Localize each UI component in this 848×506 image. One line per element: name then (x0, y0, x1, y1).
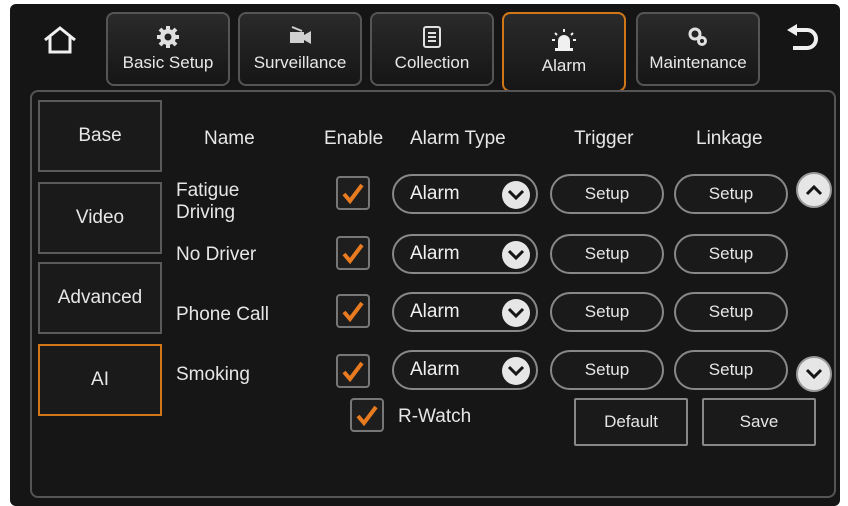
checkmark-icon (342, 183, 364, 204)
sidebar-item-label: Advanced (57, 287, 143, 308)
select-value: Alarm (410, 301, 460, 322)
enable-checkbox-fatigue-driving[interactable] (336, 176, 370, 210)
button-label: Setup (708, 302, 754, 321)
gears-icon (688, 27, 707, 46)
linkage-setup-button-phone-call[interactable]: Setup (674, 292, 788, 332)
row-name-line: Smoking (176, 364, 250, 385)
header-enable: Enable (324, 128, 384, 149)
tab-label: Collection (394, 53, 470, 72)
row-name-smoking: Smoking (176, 364, 250, 386)
camera-icon (290, 26, 311, 44)
row-name-line: Driving (176, 202, 236, 223)
button-label: Setup (708, 184, 754, 203)
header-alarm-type: Alarm Type (410, 128, 506, 149)
tab-label: Alarm (541, 56, 587, 75)
sidebar-item-ai[interactable]: AI (38, 344, 162, 416)
rwatch-checkbox[interactable] (350, 398, 384, 432)
alarm-type-select-smoking[interactable]: Alarm (392, 350, 538, 390)
alarm-light-icon (552, 29, 576, 51)
button-label: Setup (708, 244, 754, 263)
row-name-line: Fatigue (176, 180, 240, 201)
tab-label: Surveillance (253, 53, 347, 72)
checkmark-icon (342, 361, 364, 382)
row-name-no-driver: No Driver (176, 244, 256, 266)
button-label: Save (739, 412, 779, 431)
alarm-type-select-fatigue-driving[interactable]: Alarm (392, 174, 538, 214)
header-trigger: Trigger (574, 128, 634, 149)
trigger-setup-button-smoking[interactable]: Setup (550, 350, 664, 390)
linkage-setup-button-no-driver[interactable]: Setup (674, 234, 788, 274)
sidebar-item-label: Base (78, 125, 122, 146)
back-button[interactable] (776, 18, 828, 62)
scroll-down-button[interactable] (796, 356, 832, 392)
checkmark-icon (342, 301, 364, 322)
row-name-phone-call: Phone Call (176, 304, 269, 326)
alarm-type-select-no-driver[interactable]: Alarm (392, 234, 538, 274)
rwatch-label: R-Watch (398, 406, 472, 427)
sidebar-item-label: AI (91, 369, 109, 390)
content-panel: Base Video Advanced AI Name Enable Alarm… (30, 90, 836, 498)
alarm-type-select-phone-call[interactable]: Alarm (392, 292, 538, 332)
select-value: Alarm (410, 183, 460, 204)
tab-label: Maintenance (649, 53, 747, 72)
back-arrow-icon (787, 24, 818, 50)
trigger-setup-button-fatigue-driving[interactable]: Setup (550, 174, 664, 214)
chevron-down-icon (502, 357, 530, 385)
sidebar-item-video[interactable]: Video (38, 182, 162, 254)
button-label: Setup (584, 302, 630, 321)
button-label: Setup (708, 360, 754, 379)
trigger-setup-button-phone-call[interactable]: Setup (550, 292, 664, 332)
button-label: Setup (584, 360, 630, 379)
gear-icon (157, 26, 179, 48)
sidebar-item-label: Video (75, 207, 125, 228)
header-name: Name (204, 128, 255, 149)
chevron-down-icon (502, 181, 530, 209)
checkmark-icon (342, 243, 364, 264)
select-value: Alarm (410, 359, 460, 380)
tab-collection[interactable]: Collection (370, 12, 494, 86)
enable-checkbox-smoking[interactable] (336, 354, 370, 388)
chevron-down-icon (805, 368, 823, 380)
trigger-setup-button-no-driver[interactable]: Setup (550, 234, 664, 274)
screen: Basic Setup Surveillance Collection Alar… (10, 4, 840, 506)
enable-checkbox-no-driver[interactable] (336, 236, 370, 270)
row-name-line: No Driver (176, 244, 257, 265)
tab-surveillance[interactable]: Surveillance (238, 12, 362, 86)
home-button[interactable] (34, 18, 86, 62)
chevron-down-icon (502, 241, 530, 269)
tab-basic-setup[interactable]: Basic Setup (106, 12, 230, 86)
tab-maintenance[interactable]: Maintenance (636, 12, 760, 86)
save-button[interactable]: Save (702, 398, 816, 446)
default-button[interactable]: Default (574, 398, 688, 446)
header-linkage: Linkage (696, 128, 763, 149)
select-value: Alarm (410, 243, 460, 264)
chevron-down-icon (502, 299, 530, 327)
row-name-line: Phone Call (176, 304, 269, 325)
enable-checkbox-phone-call[interactable] (336, 294, 370, 328)
linkage-setup-button-fatigue-driving[interactable]: Setup (674, 174, 788, 214)
sidebar-item-advanced[interactable]: Advanced (38, 262, 162, 334)
button-label: Setup (584, 244, 630, 263)
button-label: Default (604, 412, 658, 431)
checkmark-icon (356, 405, 378, 426)
row-name-fatigue-driving: Fatigue Driving (176, 180, 239, 224)
tab-alarm[interactable]: Alarm (502, 12, 626, 92)
chevron-up-icon (805, 184, 823, 196)
scroll-up-button[interactable] (796, 172, 832, 208)
document-icon (423, 26, 441, 48)
button-label: Setup (584, 184, 630, 203)
linkage-setup-button-smoking[interactable]: Setup (674, 350, 788, 390)
tab-label: Basic Setup (122, 53, 214, 72)
sidebar-item-base[interactable]: Base (38, 100, 162, 172)
home-icon (44, 26, 76, 54)
